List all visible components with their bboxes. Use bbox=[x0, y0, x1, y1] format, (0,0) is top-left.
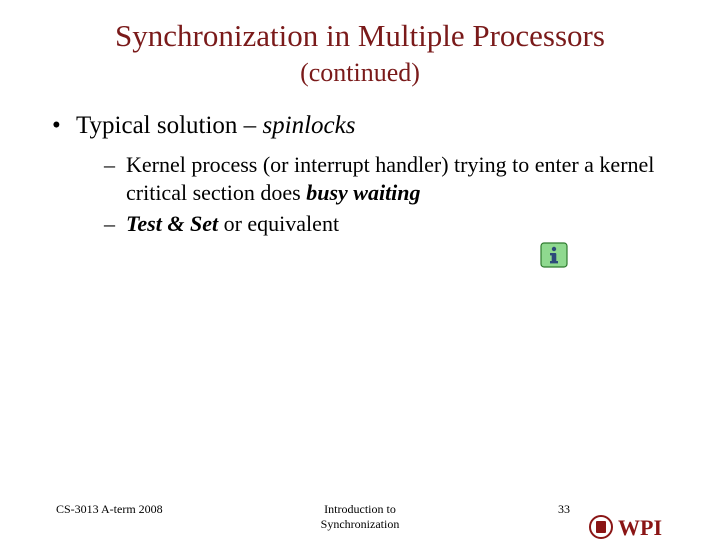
bullet-item: • Typical solution – spinlocks – Kernel … bbox=[52, 110, 676, 238]
slide-title: Synchronization in Multiple Processors bbox=[0, 18, 720, 54]
bullet-list-level1: • Typical solution – spinlocks – Kernel … bbox=[52, 110, 676, 238]
bullet-marker: • bbox=[52, 110, 61, 141]
wpi-logo: WPI bbox=[588, 512, 688, 542]
info-icon[interactable] bbox=[540, 242, 568, 268]
bullet-list-level2: – Kernel process (or interrupt handler) … bbox=[76, 151, 676, 238]
sub-bullet-text-emph: Test & Set bbox=[126, 211, 218, 236]
bullet-text-plain: Typical solution – bbox=[76, 112, 262, 139]
sub-bullet-text-tail: or equivalent bbox=[218, 211, 339, 236]
logo-text: WPI bbox=[618, 515, 662, 540]
sub-bullet-text-emph: busy waiting bbox=[306, 180, 420, 205]
slide: Synchronization in Multiple Processors (… bbox=[0, 18, 720, 558]
slide-subtitle: (continued) bbox=[0, 58, 720, 88]
slide-body: • Typical solution – spinlocks – Kernel … bbox=[0, 110, 720, 238]
sub-bullet-item: – Kernel process (or interrupt handler) … bbox=[104, 151, 676, 206]
dash-marker: – bbox=[104, 210, 115, 238]
dash-marker: – bbox=[104, 151, 115, 179]
sub-bullet-item: – Test & Set or equivalent bbox=[104, 210, 676, 238]
footer-page-number: 33 bbox=[558, 502, 570, 517]
bullet-text-emph: spinlocks bbox=[262, 112, 355, 139]
